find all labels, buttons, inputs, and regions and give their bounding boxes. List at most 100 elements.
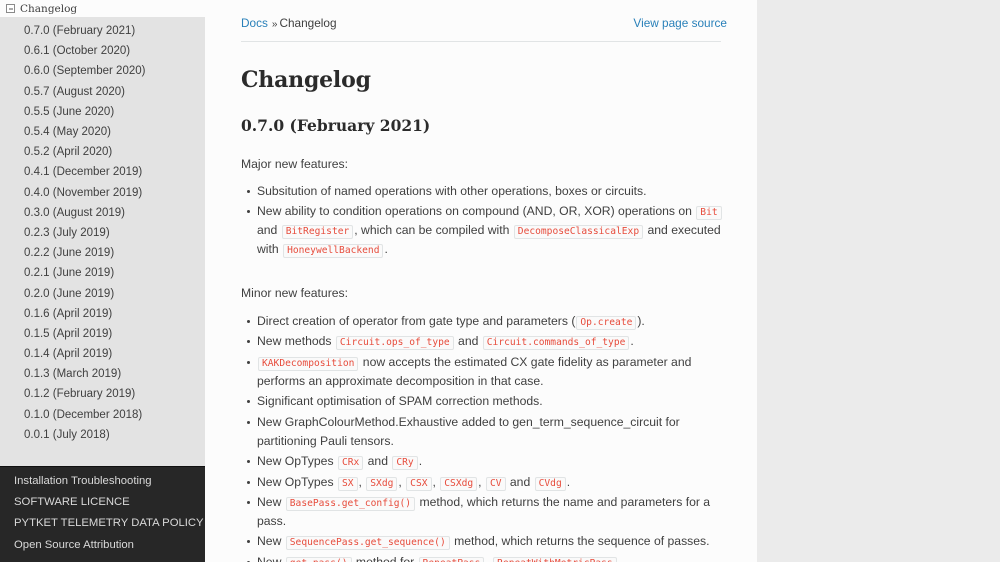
- major-feature-item: New ability to condition operations on c…: [247, 202, 727, 259]
- text-run: method for: [352, 554, 418, 562]
- text-run: and: [364, 454, 392, 469]
- breadcrumb-current: Changelog: [279, 16, 337, 30]
- breadcrumb-bar: Docs» Changelog View page source: [205, 0, 757, 30]
- sidebar-item-version-6[interactable]: 0.5.2 (April 2020): [0, 142, 205, 162]
- list-item: 0.5.5 (June 2020): [0, 102, 205, 122]
- code-literal: DecomposeClassicalExp: [513, 224, 644, 239]
- code-literal: CV: [485, 476, 506, 491]
- text-run: and: [506, 474, 534, 489]
- text-run: New ability to condition operations on c…: [257, 203, 696, 218]
- sidebar-item-version-17[interactable]: 0.1.3 (March 2019): [0, 364, 205, 384]
- code-literal: BitRegister: [281, 224, 354, 239]
- sidebar-item-version-4[interactable]: 0.5.5 (June 2020): [0, 102, 205, 122]
- sidebar-item-version-10[interactable]: 0.2.3 (July 2019): [0, 223, 205, 243]
- code-literal: Circuit.ops_of_type: [335, 336, 454, 351]
- sidebar-item-version-19[interactable]: 0.1.0 (December 2018): [0, 405, 205, 425]
- sidebar-item-version-8[interactable]: 0.4.0 (November 2019): [0, 183, 205, 203]
- minor-feature-item: New OpTypes SX, SXdg, CSX, CSXdg, CV and…: [247, 473, 727, 492]
- document-body: Changelog 0.7.0 (February 2021) Major ne…: [205, 67, 757, 562]
- sidebar-section-changelog[interactable]: Changelog: [0, 0, 205, 17]
- sidebar-item-version-9[interactable]: 0.3.0 (August 2019): [0, 203, 205, 223]
- code-literal: CRy: [392, 456, 418, 471]
- text-run: , which can be compiled with: [354, 222, 513, 237]
- minor-feature-item: New GraphColourMethod.Exhaustive added t…: [247, 413, 727, 451]
- main-content: Docs» Changelog View page source Changelo…: [205, 0, 757, 562]
- list-item: 0.0.1 (July 2018): [0, 425, 205, 445]
- code-literal: HoneywellBackend: [283, 243, 384, 258]
- sidebar-item-version-20[interactable]: 0.0.1 (July 2018): [0, 425, 205, 445]
- minor-feature-item: New get_pass() method for RepeatPass, Re…: [247, 553, 727, 562]
- code-literal: SX: [337, 476, 358, 491]
- version-list: 0.7.0 (February 2021) 0.6.1 (October 2020…: [0, 17, 205, 445]
- list-item: 0.7.0 (February 2021): [0, 21, 205, 41]
- text-run: New: [257, 554, 285, 562]
- list-item: 0.5.4 (May 2020): [0, 122, 205, 142]
- list-item: 0.5.7 (August 2020): [0, 82, 205, 102]
- sidebar-footer-link-1[interactable]: SOFTWARE LICENCE: [0, 492, 205, 513]
- sidebar-footer-link-2[interactable]: PYTKET TELEMETRY DATA POLICY: [0, 513, 205, 534]
- sidebar-item-version-14[interactable]: 0.1.6 (April 2019): [0, 304, 205, 324]
- text-run: method, which returns the sequence of pa…: [450, 534, 710, 549]
- list-item: 0.4.0 (November 2019): [0, 183, 205, 203]
- code-literal: SXdg: [366, 476, 398, 491]
- list-item: 0.6.0 (September 2020): [0, 61, 205, 81]
- minor-feature-item: New OpTypes CRx and CRy.: [247, 452, 727, 471]
- major-features-list: Subsitution of named operations with oth…: [241, 182, 727, 258]
- breadcrumb-separator: »: [271, 19, 278, 30]
- sidebar-item-version-7[interactable]: 0.4.1 (December 2019): [0, 162, 205, 182]
- list-item: 0.2.2 (June 2019): [0, 243, 205, 263]
- minor-feature-item: Direct creation of operator from gate ty…: [247, 312, 727, 331]
- text-run: ,: [485, 554, 493, 562]
- breadcrumb-link-docs[interactable]: Docs: [241, 16, 268, 30]
- sidebar-item-version-11[interactable]: 0.2.2 (June 2019): [0, 243, 205, 263]
- list-item: 0.2.0 (June 2019): [0, 283, 205, 303]
- sidebar-item-version-16[interactable]: 0.1.4 (April 2019): [0, 344, 205, 364]
- sidebar-item-version-3[interactable]: 0.5.7 (August 2020): [0, 82, 205, 102]
- text-run: New OpTypes: [257, 474, 337, 489]
- text-run: New OpTypes: [257, 454, 337, 469]
- breadcrumb: Docs» Changelog: [241, 16, 337, 30]
- text-run: ).: [637, 313, 645, 328]
- code-literal: CVdg: [534, 476, 566, 491]
- text-run: Direct creation of operator from gate ty…: [257, 313, 576, 328]
- code-literal: CSXdg: [440, 476, 478, 491]
- text-run: New methods: [257, 334, 335, 349]
- sidebar-item-version-15[interactable]: 0.1.5 (April 2019): [0, 324, 205, 344]
- code-literal: BasePass.get_config(): [285, 497, 416, 512]
- list-item: 0.2.1 (June 2019): [0, 263, 205, 283]
- sidebar-navigation: Changelog 0.7.0 (February 2021) 0.6.1 (Oc…: [0, 0, 205, 562]
- sidebar-item-version-18[interactable]: 0.1.2 (February 2019): [0, 384, 205, 404]
- sidebar-item-version-0[interactable]: 0.7.0 (February 2021): [0, 21, 205, 41]
- major-features-heading: Major new features:: [241, 157, 349, 171]
- sidebar-section-label: Changelog: [20, 2, 78, 15]
- list-item: 0.6.1 (October 2020): [0, 41, 205, 61]
- text-run: ,: [617, 554, 622, 562]
- view-page-source-link[interactable]: View page source: [633, 16, 727, 30]
- view-page-source: View page source: [633, 16, 727, 30]
- sidebar-footer-link-3[interactable]: Open Source Attribution: [0, 535, 205, 556]
- text-run: New: [257, 495, 285, 510]
- text-run: Subsitution of named operations with oth…: [257, 184, 647, 199]
- list-item: 0.3.0 (August 2019): [0, 203, 205, 223]
- sidebar-footer-link-0[interactable]: Installation Troubleshooting: [0, 471, 205, 492]
- major-feature-item: Subsitution of named operations with oth…: [247, 182, 727, 201]
- list-item: 0.1.0 (December 2018): [0, 405, 205, 425]
- minor-features-heading: Minor new features:: [241, 286, 349, 301]
- text-run: New: [257, 534, 285, 549]
- sidebar-item-version-5[interactable]: 0.5.4 (May 2020): [0, 122, 205, 142]
- minor-feature-item: New methods Circuit.ops_of_type and Circ…: [247, 332, 727, 351]
- text-run: ,: [358, 474, 366, 489]
- text-run: .: [418, 454, 423, 469]
- collapse-box-icon[interactable]: [6, 4, 15, 13]
- text-run: .: [566, 474, 571, 489]
- sidebar-item-version-1[interactable]: 0.6.1 (October 2020): [0, 41, 205, 61]
- code-literal: Bit: [696, 205, 722, 220]
- minor-feature-item: KAKDecomposition now accepts the estimat…: [247, 353, 727, 391]
- code-literal: CRx: [337, 456, 364, 471]
- code-literal: CSX: [406, 476, 432, 491]
- sidebar-item-version-13[interactable]: 0.2.0 (June 2019): [0, 283, 205, 303]
- list-item: 0.1.5 (April 2019): [0, 324, 205, 344]
- minor-feature-item: Significant optimisation of SPAM correct…: [247, 392, 727, 411]
- sidebar-item-version-12[interactable]: 0.2.1 (June 2019): [0, 263, 205, 283]
- sidebar-item-version-2[interactable]: 0.6.0 (September 2020): [0, 61, 205, 81]
